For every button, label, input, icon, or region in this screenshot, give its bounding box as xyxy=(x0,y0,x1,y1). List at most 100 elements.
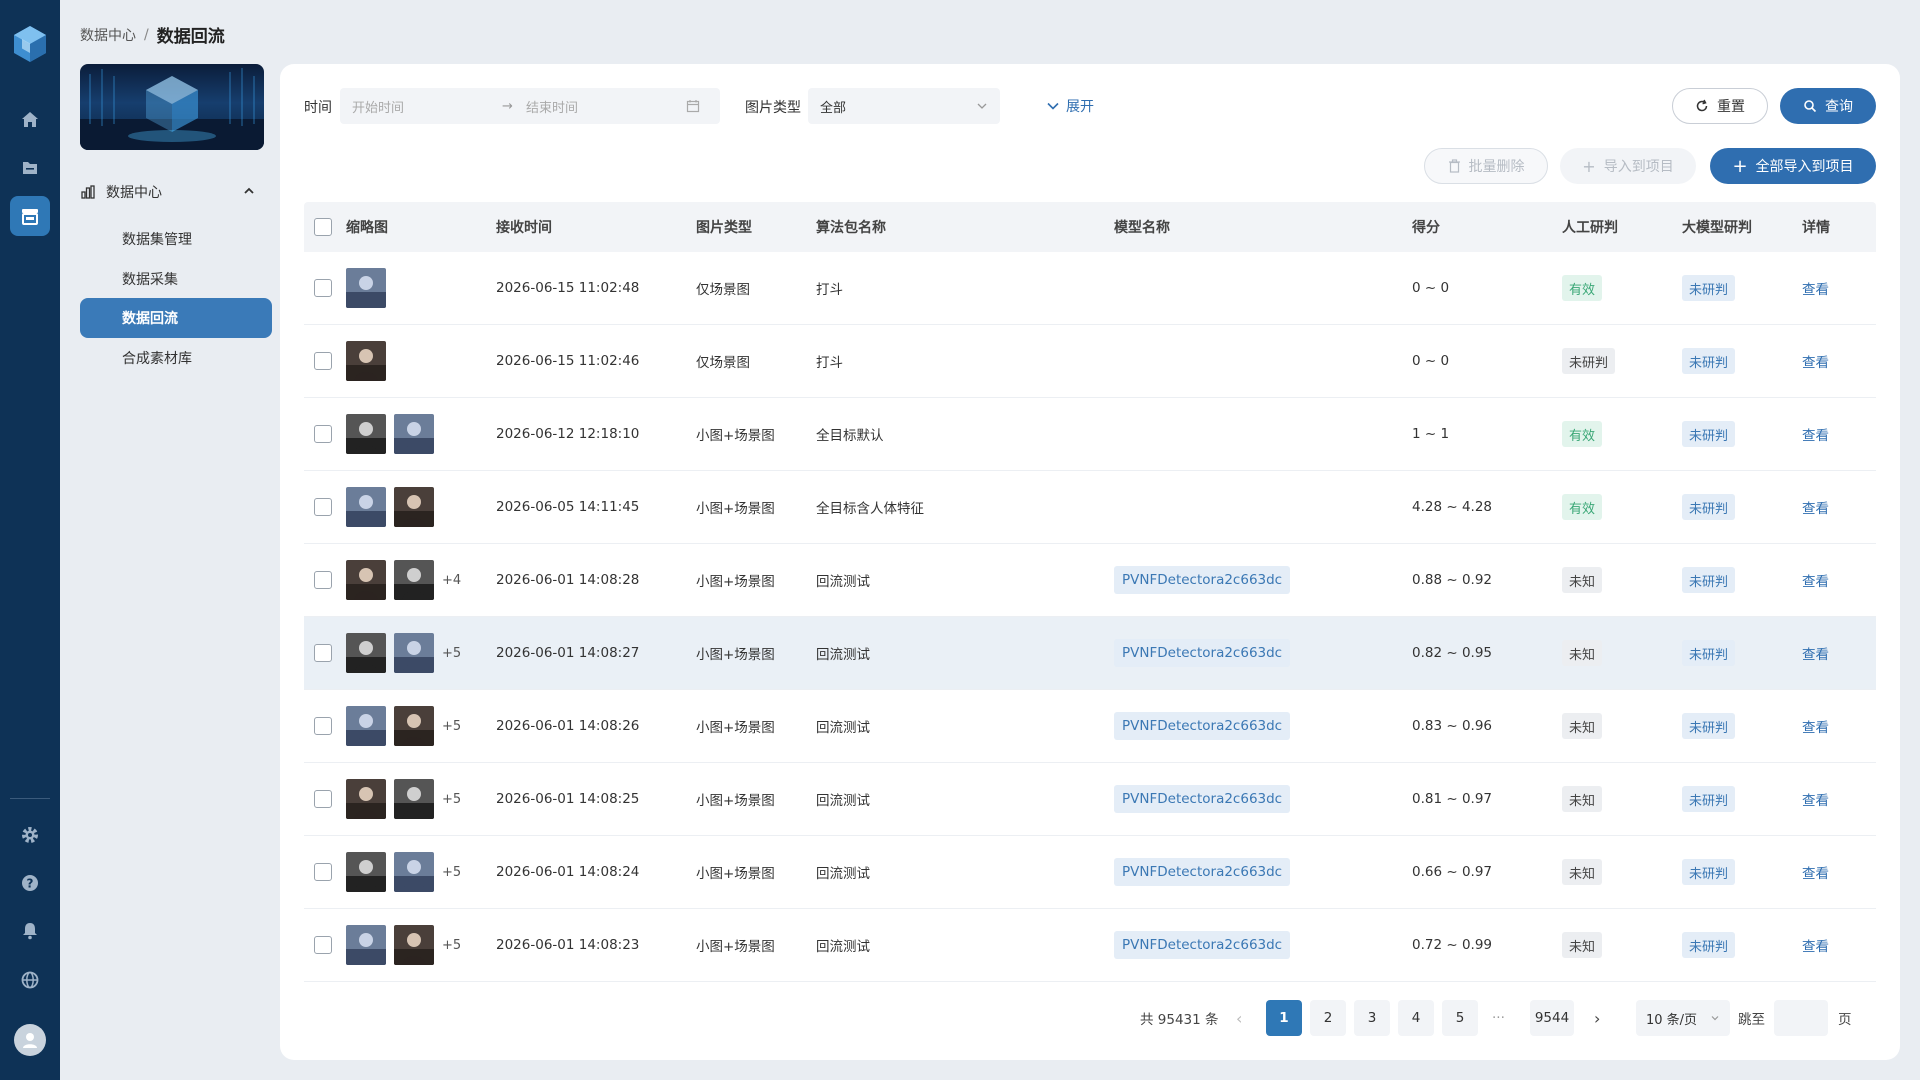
view-detail-link[interactable]: 查看 xyxy=(1802,643,1829,663)
prev-page-button[interactable]: ‹ xyxy=(1236,1000,1242,1036)
import-to-project-button[interactable]: + 导入到项目 xyxy=(1560,148,1696,184)
time-range-input[interactable]: 开始时间 → 结束时间 xyxy=(340,88,720,124)
help-nav-button[interactable]: ? xyxy=(10,863,50,903)
thumbnail-image[interactable] xyxy=(394,852,434,892)
menu-group-data-center[interactable]: 数据中心 xyxy=(80,180,264,204)
row-checkbox[interactable] xyxy=(314,571,332,589)
llm-review-badge: 未研判 xyxy=(1682,494,1736,520)
next-page-button[interactable]: › xyxy=(1594,1000,1600,1036)
row-checkbox[interactable] xyxy=(314,863,332,881)
thumbnail-image[interactable] xyxy=(346,414,386,454)
view-detail-link[interactable]: 查看 xyxy=(1802,716,1829,736)
thumbnail-image[interactable] xyxy=(346,341,386,381)
thumbnail-image[interactable] xyxy=(394,779,434,819)
row-checkbox[interactable] xyxy=(314,279,332,297)
sidebar-item-data-backflow[interactable]: 数据回流 xyxy=(80,298,272,338)
page-size-select[interactable]: 10 条/页 xyxy=(1636,1000,1730,1036)
receive-time-cell: 2026-06-12 12:18:10 xyxy=(496,426,640,442)
sidebar-item-data-collection[interactable]: 数据采集 xyxy=(80,259,272,299)
llm-review-cell: 未研判 xyxy=(1682,567,1802,593)
thumbnail-image[interactable] xyxy=(346,852,386,892)
row-checkbox[interactable] xyxy=(314,425,332,443)
more-thumbnails-count[interactable]: +5 xyxy=(442,792,461,807)
table-row[interactable]: +5 2026-06-01 14:08:27 小图+场景图 回流测试 PVNFDetec… xyxy=(304,617,1876,690)
row-checkbox[interactable] xyxy=(314,790,332,808)
table-row[interactable]: 2026-06-05 14:11:45 小图+场景图 全目标含人体特征 4.28 ~ … xyxy=(304,471,1876,544)
store-icon xyxy=(22,209,38,225)
page-3-button[interactable]: 3 xyxy=(1354,1000,1390,1036)
notification-nav-button[interactable] xyxy=(10,911,50,951)
thumbnail-image[interactable] xyxy=(346,706,386,746)
row-checkbox[interactable] xyxy=(314,352,332,370)
import-all-button[interactable]: + 全部导入到项目 xyxy=(1710,148,1876,184)
breadcrumb-separator: / xyxy=(144,26,149,43)
more-thumbnails-count[interactable]: +5 xyxy=(442,646,461,661)
thumbnail-image[interactable] xyxy=(394,925,434,965)
row-checkbox[interactable] xyxy=(314,644,332,662)
view-detail-link[interactable]: 查看 xyxy=(1802,497,1829,517)
table-row[interactable]: 2026-06-15 11:02:46 仅场景图 打斗 0 ~ 0 未研判 未研判 查看 xyxy=(304,325,1876,398)
thumbnail-image[interactable] xyxy=(346,779,386,819)
batch-delete-button[interactable]: 批量删除 xyxy=(1424,148,1548,184)
page-4-button[interactable]: 4 xyxy=(1398,1000,1434,1036)
thumbnail-cell: +5 xyxy=(346,633,496,673)
user-avatar[interactable] xyxy=(14,1024,46,1056)
start-time-field[interactable]: 开始时间 xyxy=(352,97,502,116)
query-button[interactable]: 查询 xyxy=(1780,88,1876,124)
table-row[interactable]: +5 2026-06-01 14:08:25 小图+场景图 回流测试 PVNFDetec… xyxy=(304,763,1876,836)
row-checkbox[interactable] xyxy=(314,717,332,735)
settings-nav-button[interactable] xyxy=(10,815,50,855)
reset-button[interactable]: 重置 xyxy=(1672,88,1768,124)
select-all-checkbox[interactable] xyxy=(314,218,332,236)
thumbnail-image[interactable] xyxy=(346,560,386,600)
thumbnail-image[interactable] xyxy=(394,414,434,454)
page-ellipsis[interactable]: ··· xyxy=(1492,1000,1505,1036)
view-detail-link[interactable]: 查看 xyxy=(1802,789,1829,809)
more-thumbnails-count[interactable]: +4 xyxy=(442,573,461,588)
table-row[interactable]: 2026-06-12 12:18:10 小图+场景图 全目标默认 1 ~ 1 有效 未研判… xyxy=(304,398,1876,471)
more-thumbnails-count[interactable]: +5 xyxy=(442,938,461,953)
language-nav-button[interactable] xyxy=(10,960,50,1000)
row-checkbox[interactable] xyxy=(314,498,332,516)
end-time-field[interactable]: 结束时间 xyxy=(526,97,686,116)
row-checkbox[interactable] xyxy=(314,936,332,954)
breadcrumb-parent[interactable]: 数据中心 xyxy=(80,25,136,45)
page-1-button[interactable]: 1 xyxy=(1266,1000,1302,1036)
batch-delete-label: 批量删除 xyxy=(1468,159,1525,175)
more-thumbnails-count[interactable]: +5 xyxy=(442,865,461,880)
score-cell: 0 ~ 0 xyxy=(1412,353,1450,369)
more-thumbnails-count[interactable]: +5 xyxy=(442,719,461,734)
thumbnail-image[interactable] xyxy=(394,487,434,527)
page-5-button[interactable]: 5 xyxy=(1442,1000,1478,1036)
jump-page-input[interactable] xyxy=(1774,1000,1828,1036)
manual-review-badge: 有效 xyxy=(1562,275,1603,301)
table-row[interactable]: +5 2026-06-01 14:08:26 小图+场景图 回流测试 PVNFDetec… xyxy=(304,690,1876,763)
data-center-nav-button[interactable] xyxy=(10,196,50,236)
view-detail-link[interactable]: 查看 xyxy=(1802,424,1829,444)
home-nav-button[interactable] xyxy=(10,100,50,140)
thumbnail-image[interactable] xyxy=(394,560,434,600)
image-type-select[interactable]: 全部 xyxy=(808,88,1000,124)
view-detail-link[interactable]: 查看 xyxy=(1802,935,1829,955)
thumbnail-image[interactable] xyxy=(394,633,434,673)
thumbnail-image[interactable] xyxy=(346,268,386,308)
folder-nav-button[interactable] xyxy=(10,148,50,188)
sidebar-item-dataset-management[interactable]: 数据集管理 xyxy=(80,219,272,259)
table-header: 缩略图 接收时间 图片类型 算法包名称 模型名称 得分 人工研判 大模型研判 详… xyxy=(304,202,1876,252)
table-row[interactable]: +5 2026-06-01 14:08:23 小图+场景图 回流测试 PVNFDetec… xyxy=(304,909,1876,982)
table-row[interactable]: 2026-06-15 11:02:48 仅场景图 打斗 0 ~ 0 有效 未研判 查看 xyxy=(304,252,1876,325)
page-2-button[interactable]: 2 xyxy=(1310,1000,1346,1036)
thumbnail-image[interactable] xyxy=(394,706,434,746)
sidebar-item-synthetic-library[interactable]: 合成素材库 xyxy=(80,338,272,378)
thumbnail-image[interactable] xyxy=(346,925,386,965)
view-detail-link[interactable]: 查看 xyxy=(1802,278,1829,298)
table-row[interactable]: +4 2026-06-01 14:08:28 小图+场景图 回流测试 PVNFDetec… xyxy=(304,544,1876,617)
view-detail-link[interactable]: 查看 xyxy=(1802,570,1829,590)
page-last-button[interactable]: 9544 xyxy=(1530,1000,1574,1036)
expand-filters-button[interactable]: 展开 xyxy=(1046,94,1094,118)
thumbnail-image[interactable] xyxy=(346,487,386,527)
table-row[interactable]: +5 2026-06-01 14:08:24 小图+场景图 回流测试 PVNFDetec… xyxy=(304,836,1876,909)
view-detail-link[interactable]: 查看 xyxy=(1802,862,1829,882)
thumbnail-image[interactable] xyxy=(346,633,386,673)
view-detail-link[interactable]: 查看 xyxy=(1802,351,1829,371)
